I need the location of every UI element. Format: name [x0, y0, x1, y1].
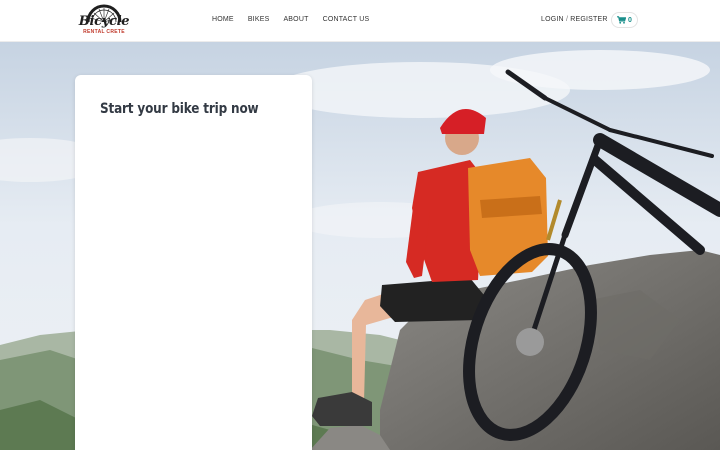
nav-item-about[interactable]: ABOUT: [283, 16, 308, 23]
booking-title: Start your bike trip now: [100, 101, 259, 117]
brand-tagline: RENTAL CRETE: [83, 29, 125, 35]
nav-item-contact-us[interactable]: CONTACT US: [323, 16, 370, 23]
shopping-cart-icon: [617, 16, 627, 24]
account-links: LOGIN / REGISTER: [541, 16, 608, 23]
brand-logo[interactable]: Bicycle RENTAL CRETE: [76, 0, 132, 42]
nav-item-home[interactable]: HOME: [212, 16, 234, 23]
main-nav: HOME BIKES ABOUT CONTACT US: [212, 16, 369, 23]
account-separator: /: [565, 16, 569, 23]
site-header: Bicycle RENTAL CRETE HOME BIKES ABOUT CO…: [0, 0, 720, 42]
register-link[interactable]: REGISTER: [570, 16, 607, 23]
login-link[interactable]: LOGIN: [541, 16, 564, 23]
brand-name: Bicycle: [78, 14, 130, 29]
nav-item-bikes[interactable]: BIKES: [248, 16, 270, 23]
booking-panel: Start your bike trip now: [75, 75, 312, 450]
cart-count: 0: [628, 16, 632, 24]
cart-button[interactable]: 0: [611, 12, 638, 28]
